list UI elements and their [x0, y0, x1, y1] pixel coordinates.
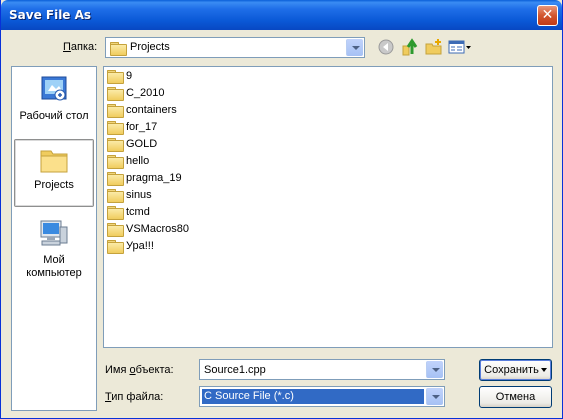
title-bar[interactable]: Save File As ✕ [1, 0, 562, 30]
places-bar: Рабочий стол Projects Мой компьютер [11, 66, 97, 411]
filename-field[interactable]: Source1.cpp [199, 359, 445, 380]
chevron-down-icon[interactable] [426, 361, 443, 378]
filename-value: Source1.cpp [204, 364, 266, 376]
look-in-value: Projects [130, 41, 170, 53]
list-item[interactable]: tcmd [107, 204, 150, 220]
folder-icon [107, 205, 124, 220]
file-list[interactable]: 9 C_2010 containers for_17 GOLD hello pr… [103, 66, 553, 348]
cancel-button-label: Отмена [495, 391, 536, 403]
list-item[interactable]: sinus [107, 187, 152, 203]
filetype-label: Тип файла: [105, 391, 164, 403]
folder-icon [110, 42, 127, 56]
chevron-down-icon[interactable] [346, 39, 363, 56]
place-label: Рабочий стол [19, 110, 89, 122]
folder-icon [40, 150, 68, 173]
save-button[interactable]: Сохранить [479, 359, 552, 381]
look-in-label: Папка: [63, 41, 98, 53]
close-button[interactable]: ✕ [537, 5, 558, 26]
list-item[interactable]: VSMacros80 [107, 221, 189, 237]
dropdown-arrow-icon [541, 368, 547, 372]
desktop-icon [41, 76, 67, 101]
folder-icon [107, 103, 124, 118]
list-item[interactable]: containers [107, 102, 177, 118]
folder-icon [107, 137, 124, 152]
list-item[interactable]: hello [107, 153, 149, 169]
folder-icon [107, 69, 124, 84]
list-item[interactable]: pragma_19 [107, 170, 182, 186]
folder-icon [107, 171, 124, 186]
filetype-value: C Source File (*.c) [202, 389, 424, 404]
chevron-down-icon[interactable] [426, 388, 443, 405]
place-my-computer[interactable]: Мой компьютер [14, 217, 94, 281]
place-label: Мой компьютер [26, 254, 82, 279]
folder-icon [107, 120, 124, 135]
place-desktop[interactable]: Рабочий стол [14, 73, 94, 135]
list-item[interactable]: for_17 [107, 119, 157, 135]
list-item[interactable]: C_2010 [107, 85, 165, 101]
list-item[interactable]: 9 [107, 68, 132, 84]
save-button-label: Сохранить [484, 364, 539, 376]
filename-label: Имя объекта: [105, 364, 174, 376]
view-menu-icon[interactable] [448, 38, 472, 56]
look-in-dropdown[interactable]: Projects [105, 37, 365, 58]
place-projects[interactable]: Projects [14, 139, 94, 207]
up-folder-icon[interactable] [401, 38, 419, 56]
folder-icon [107, 188, 124, 203]
window-title: Save File As [9, 8, 92, 22]
cancel-button[interactable]: Отмена [479, 386, 552, 408]
save-file-dialog: Save File As ✕ Папка: Projects Рабочий с… [0, 0, 563, 419]
folder-icon [107, 222, 124, 237]
back-icon[interactable] [377, 38, 395, 56]
filetype-dropdown[interactable]: C Source File (*.c) [199, 386, 445, 407]
close-icon: ✕ [541, 7, 554, 23]
folder-icon [107, 154, 124, 169]
new-folder-icon[interactable] [425, 38, 443, 56]
folder-icon [107, 239, 124, 254]
computer-icon [40, 220, 68, 246]
list-item[interactable]: GOLD [107, 136, 157, 152]
place-label: Projects [34, 179, 74, 191]
folder-icon [107, 86, 124, 101]
list-item[interactable]: Ура!!! [107, 238, 154, 254]
